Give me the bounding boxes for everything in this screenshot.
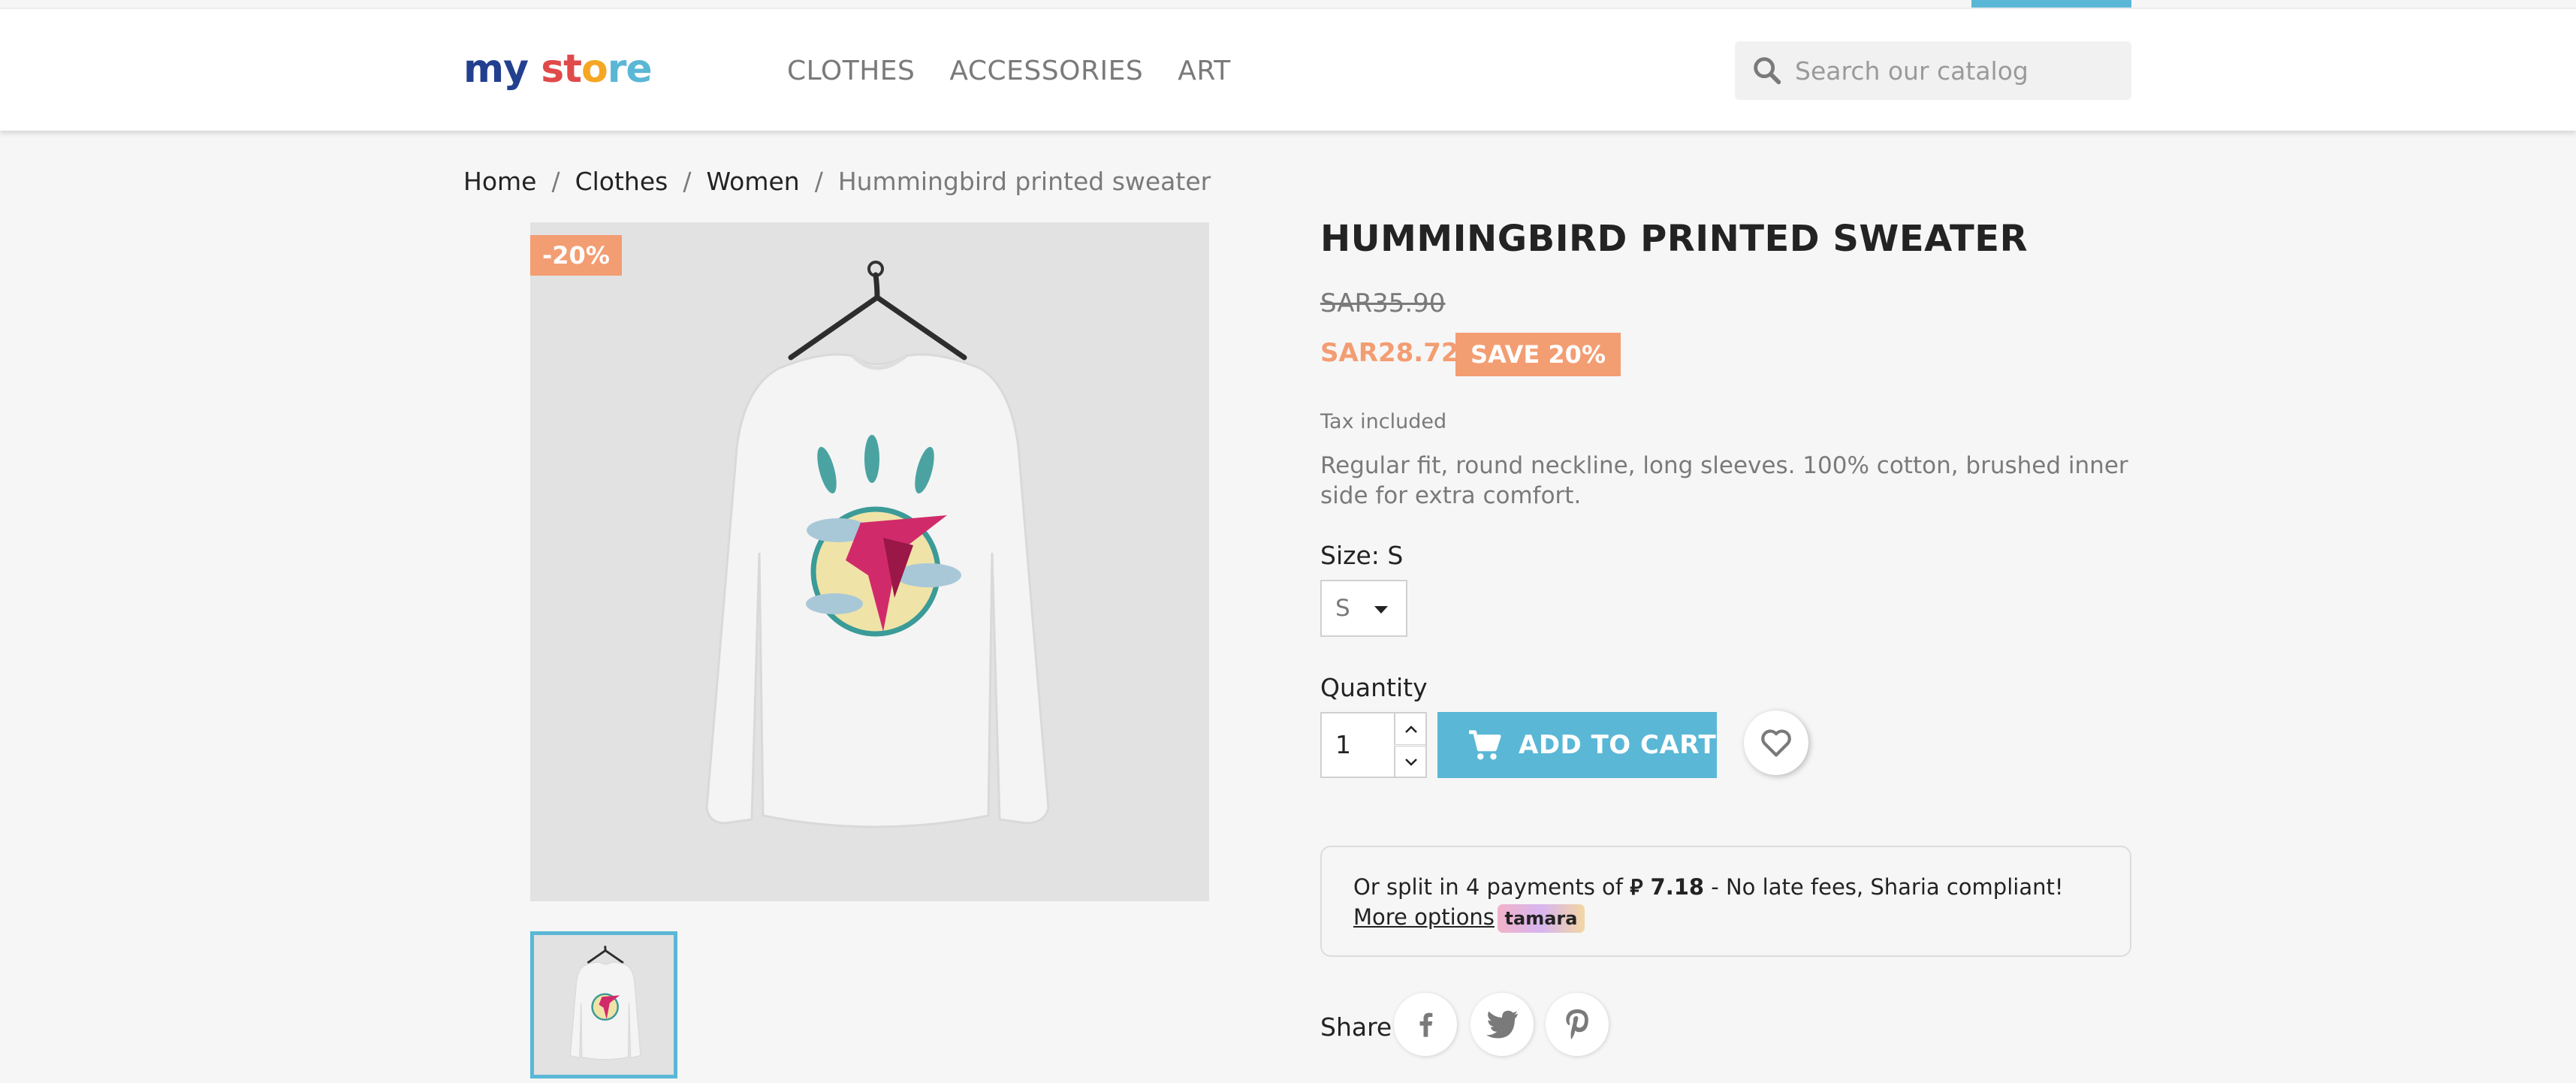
product-thumbnail[interactable] — [530, 931, 677, 1078]
share-label: Share — [1320, 1012, 1392, 1042]
breadcrumb-clothes[interactable]: Clothes — [575, 167, 668, 196]
tamara-logo: tamara — [1498, 904, 1585, 933]
breadcrumb-women[interactable]: Women — [706, 167, 799, 196]
product-description: Regular fit, round neckline, long sleeve… — [1320, 452, 2128, 509]
pinterest-icon — [1566, 1009, 1588, 1040]
nav-clothes[interactable]: CLOTHES — [787, 56, 915, 86]
breadcrumb: Home / Clothes / Women / Hummingbird pri… — [463, 167, 1211, 196]
heart-icon — [1761, 729, 1791, 757]
quantity-stepper: 1 — [1320, 712, 1427, 778]
tamara-suffix: - No late fees, Sharia compliant! — [1711, 874, 2064, 900]
cart-icon — [1469, 730, 1501, 760]
product-title: HUMMINGBIRD PRINTED SWEATER — [1320, 218, 2029, 260]
share-twitter-button[interactable] — [1470, 993, 1534, 1056]
current-price: SAR28.72 — [1320, 338, 1459, 368]
save-badge: SAVE 20% — [1455, 333, 1621, 376]
store-logo[interactable]: my store — [463, 47, 653, 107]
add-to-cart-button[interactable]: ADD TO CART — [1437, 712, 1717, 778]
caret-down-icon — [1374, 606, 1388, 614]
quantity-input[interactable]: 1 — [1335, 730, 1351, 759]
search-input[interactable] — [1795, 41, 2118, 100]
main-nav: CLOTHES ACCESSORIES ART — [787, 56, 1231, 86]
nav-accessories[interactable]: ACCESSORIES — [949, 56, 1143, 86]
size-select[interactable]: S — [1320, 580, 1407, 637]
breadcrumb-separator: / — [551, 167, 560, 196]
facebook-icon — [1419, 1012, 1433, 1037]
wishlist-button[interactable] — [1744, 710, 1808, 775]
nav-art[interactable]: ART — [1178, 56, 1231, 86]
quantity-decrease-button[interactable] — [1394, 746, 1427, 777]
logo-part — [528, 47, 541, 92]
logo-part: my — [463, 47, 529, 92]
tamara-installments-box: Or split in 4 payments of ⃁ 7.18 - No la… — [1320, 846, 2131, 957]
twitter-icon — [1486, 1010, 1519, 1039]
more-options-link[interactable]: More options — [1353, 904, 1495, 930]
sweater-thumbnail-illustration — [569, 946, 641, 1060]
chevron-up-icon — [1405, 725, 1417, 733]
breadcrumb-current: Hummingbird printed sweater — [837, 167, 1211, 196]
search-icon[interactable] — [1750, 53, 1784, 88]
tax-label: Tax included — [1320, 410, 1447, 433]
product-main-image[interactable] — [530, 222, 1209, 901]
quantity-increase-button[interactable] — [1394, 713, 1427, 745]
size-selected-value: S — [1335, 595, 1350, 622]
tamara-amount: ⃁ 7.18 — [1630, 874, 1705, 900]
sweater-illustration — [705, 261, 1050, 828]
tamara-message: Or split in 4 payments of ⃁ 7.18 - No la… — [1353, 873, 2063, 901]
share-facebook-button[interactable] — [1394, 993, 1457, 1056]
share-pinterest-button[interactable] — [1546, 993, 1609, 1056]
top-accent-bar — [1971, 0, 2131, 8]
tamara-prefix: Or split in 4 payments of — [1353, 874, 1623, 900]
add-to-cart-label: ADD TO CART — [1519, 730, 1717, 760]
logo-part: st — [541, 47, 582, 92]
logo-part: o — [581, 47, 608, 92]
breadcrumb-separator: / — [814, 167, 823, 196]
top-strip — [0, 0, 2576, 9]
discount-flag: -20% — [530, 235, 622, 276]
breadcrumb-home[interactable]: Home — [463, 167, 536, 196]
regular-price: SAR35.90 — [1320, 288, 1446, 318]
size-label: Size: S — [1320, 541, 1404, 570]
quantity-label: Quantity — [1320, 673, 1428, 702]
site-header: my store CLOTHES ACCESSORIES ART — [0, 9, 2576, 131]
search-box — [1735, 41, 2131, 100]
chevron-down-icon — [1405, 758, 1417, 766]
breadcrumb-separator: / — [683, 167, 692, 196]
logo-part: re — [607, 47, 653, 92]
